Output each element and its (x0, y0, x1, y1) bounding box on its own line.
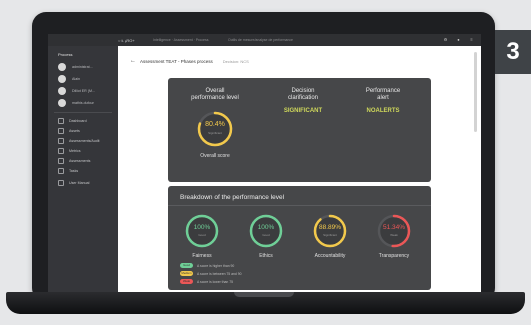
legend-item-weak: Weak A score is lower than 75 (180, 279, 233, 284)
page-title: Assessment TEAT - Phases process (140, 58, 213, 64)
list-icon (58, 158, 64, 164)
legend-text: A score is higher than 90 (197, 263, 235, 268)
overall-score-caption: Overall score (200, 153, 230, 159)
alert-value: NOALERTS (366, 108, 400, 114)
gauge-status: Good (198, 233, 206, 237)
laptop-hinge-notch (234, 292, 294, 297)
page-subtitle: Decision: NCS (222, 58, 249, 64)
avatar (58, 99, 66, 107)
breakdown-panel: Breakdown of the performance level 100% G… (168, 186, 431, 290)
gauge-value: 51.34% (382, 224, 406, 231)
chart-icon (58, 148, 64, 154)
legend-pill: Good (180, 263, 193, 268)
sidebar-item-label: Assessments/Audit (69, 139, 100, 143)
sidebar-user-2[interactable]: Dilliot ER (M... (58, 87, 95, 95)
avatar (58, 75, 66, 83)
gear-icon[interactable]: ⚙ (443, 37, 448, 42)
breakdown-divider (168, 205, 431, 206)
sidebar-item-label: Metrics (69, 149, 81, 153)
gauge-ring (313, 214, 347, 248)
overall-gauge-ring (197, 111, 233, 147)
gauge-fairness: 100% Good (182, 211, 222, 251)
menu-icon[interactable]: ≡ (469, 37, 474, 42)
sidebar-item-assets[interactable]: Assets (58, 128, 80, 134)
legend-pill: Weak (180, 279, 193, 284)
sidebar-user-1[interactable]: Alain (58, 75, 80, 83)
sidebar-item-assessments[interactable]: Assessments (58, 158, 90, 164)
scrollbar[interactable] (474, 52, 477, 132)
grid-icon (58, 118, 64, 124)
gauge-label: Fairness (192, 253, 212, 259)
check-icon (58, 138, 64, 144)
sidebar-user-label: administrat... (72, 65, 93, 69)
avatar (58, 63, 66, 71)
overall-performance-title: Overall performance level (191, 88, 239, 101)
sidebar-user-3[interactable]: mathis.dufour (58, 99, 94, 107)
gauge-label: Transparency (378, 253, 410, 259)
legend-item-good: Good A score is higher than 90 (180, 263, 234, 268)
user-icon[interactable]: ● (456, 37, 461, 42)
box-icon (58, 128, 64, 134)
decision-clarification-title: Decision clarification (287, 88, 318, 101)
window-title: Outils de mesure/analyse de performance (228, 38, 293, 42)
avatar (58, 87, 66, 95)
top-bar: ○ Ł ₑRO+ Intelligence · Assessment · Pro… (48, 34, 481, 46)
sidebar-item-tasks[interactable]: Tasks (58, 168, 78, 174)
sidebar-item-label: Dashboard (69, 119, 87, 123)
legend-text: A score is between 75 and 90 (197, 271, 242, 276)
page-header: ← Assessment TEAT - Phases process Decis… (130, 58, 249, 64)
main-content: ← Assessment TEAT - Phases process Decis… (118, 46, 481, 292)
gauge-ring (377, 214, 411, 248)
sidebar-item-dashboard[interactable]: Dashboard (58, 118, 87, 124)
overall-score-status: Significant (208, 131, 222, 135)
sidebar-user-label: Dilliot ER (M... (72, 89, 95, 93)
gauge-value: 100% (193, 224, 211, 231)
sidebar-user-label: mathis.dufour (72, 101, 94, 105)
sidebar-item-label: Assets (69, 129, 80, 133)
sidebar-item-label: Tasks (69, 169, 79, 173)
screen: ○ Ł ₑRO+ Intelligence · Assessment · Pro… (48, 34, 481, 292)
gauge-status: Significant (323, 233, 337, 237)
gauge-label: Accountability (314, 253, 346, 259)
legend-text: A score is lower than 75 (197, 279, 233, 284)
gauge-status: Good (262, 233, 270, 237)
overall-score-value: 80.4% (205, 121, 225, 128)
decision-value: SIGNIFICANT (283, 108, 323, 114)
app-brand[interactable]: ○ Ł ₑRO+ (118, 38, 135, 43)
gauge-value: 100% (257, 224, 275, 231)
sidebar-item-label: Assessments (69, 159, 91, 163)
performance-alert-title: Performance alert (365, 88, 401, 101)
gauge-accountability: 88.89% Significant (310, 211, 350, 251)
overview-panel: Overall performance level Decision clari… (168, 78, 431, 182)
breadcrumb: Intelligence · Assessment · Process (153, 38, 209, 42)
overall-score-gauge: 80.4% Significant (195, 109, 235, 149)
gauge-status: Weak (390, 233, 398, 237)
sidebar-header: Process (58, 52, 73, 57)
gauge-ring (249, 214, 283, 248)
sidebar-user-0[interactable]: administrat... (58, 63, 93, 71)
sidebar-user-label: Alain (72, 77, 80, 81)
step-badge: 3 (495, 30, 531, 74)
sidebar-item-user-manual[interactable]: User Manual (58, 180, 89, 186)
sidebar: Process administrat... Alain Dilliot ER … (48, 46, 118, 292)
sidebar-item-label: User Manual (69, 181, 90, 185)
sidebar-item-assessments-audit[interactable]: Assessments/Audit (58, 138, 100, 144)
task-icon (58, 168, 64, 174)
book-icon (58, 180, 64, 186)
gauge-ethics: 100% Good (246, 211, 286, 251)
legend-item-medium: Medium A score is between 75 and 90 (180, 271, 242, 276)
sidebar-item-metrics[interactable]: Metrics (58, 148, 81, 154)
breakdown-title: Breakdown of the performance level (180, 194, 285, 201)
sidebar-divider (54, 112, 112, 113)
back-arrow-icon[interactable]: ← (130, 58, 136, 64)
gauge-transparency: 51.34% Weak (374, 211, 414, 251)
gauge-label: Ethics (259, 253, 273, 259)
legend-pill: Medium (180, 271, 193, 276)
gauge-ring (185, 214, 219, 248)
gauge-value: 88.89% (318, 224, 342, 231)
